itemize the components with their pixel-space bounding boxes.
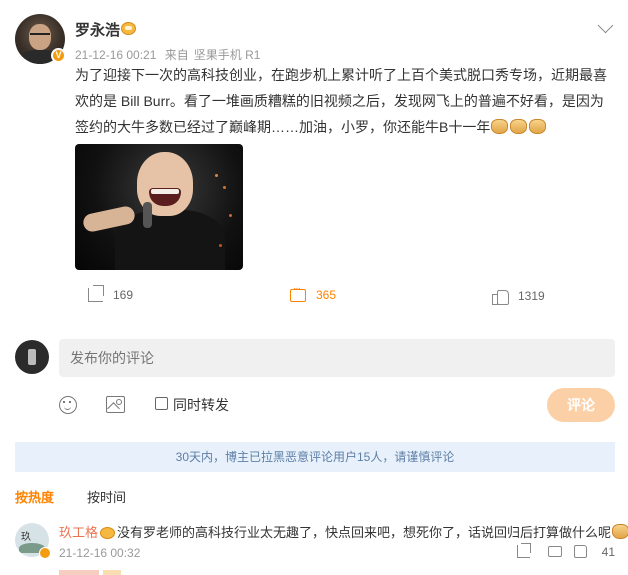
repost-checkbox[interactable] <box>155 397 168 410</box>
my-avatar[interactable] <box>15 340 49 374</box>
source-device: 坚果手机 R1 <box>193 48 261 62</box>
comment-time: 21-12-16 00:32 <box>59 546 141 560</box>
comment-button[interactable]: 365 <box>290 283 337 302</box>
comment-item: 玖工格 没有罗老师的高科技行业太无趣了，快点回来吧，想死你了，话说回归后打算做什么… <box>15 519 628 575</box>
comment-line: 玖工格 没有罗老师的高科技行业太无趣了，快点回来吧，想死你了，话说回归后打算做什么… <box>59 522 628 541</box>
fist-icon <box>529 119 547 134</box>
post-header: V 罗永浩 21-12-16 00:21 来自 坚果手机 R1 <box>15 14 615 64</box>
submit-comment-button[interactable]: 评论 <box>547 388 615 422</box>
next-comment-peek <box>59 570 139 575</box>
comment-composer <box>15 339 615 379</box>
tab-sort-by-time[interactable]: 按时间 <box>87 487 126 506</box>
commenter-verified-icon <box>39 547 51 559</box>
comment-like-icon[interactable] <box>574 545 587 558</box>
action-bar: 169 365 1319 <box>15 283 615 310</box>
like-button[interactable]: 1319 <box>492 288 545 305</box>
crown-icon <box>121 22 136 35</box>
like-icon <box>492 288 509 305</box>
fist-icon <box>612 524 628 539</box>
blocked-users-notice: 30天内，博主已拉黑恶意评论用户15人，请谨慎评论 <box>15 442 615 472</box>
verified-badge: V <box>51 48 66 63</box>
comment-like-count: 41 <box>601 545 615 559</box>
member-badge-icon <box>100 527 116 539</box>
post-meta: 21-12-16 00:21 来自 坚果手机 R1 <box>75 46 265 63</box>
fist-icon <box>491 119 509 134</box>
image-icon[interactable] <box>106 396 125 413</box>
post-time[interactable]: 21-12-16 00:21 <box>75 48 156 62</box>
emoji-icon[interactable] <box>59 396 77 414</box>
comment-text: 没有罗老师的高科技行业太无趣了，快点回来吧，想死你了，话说回归后打算做什么呢 <box>117 525 612 540</box>
post-text: 为了迎接下一次的高科技创业，在跑步机上累计听了上百个美式脱口秀专场，近期最喜欢的… <box>75 62 615 140</box>
post-image[interactable] <box>75 144 243 270</box>
share-icon <box>88 285 104 302</box>
share-button[interactable]: 169 <box>88 285 134 302</box>
comment-share-icon[interactable] <box>517 543 531 558</box>
comment-input[interactable] <box>59 339 615 377</box>
comment-count: 365 <box>316 288 337 302</box>
comment-reply-icon[interactable] <box>548 546 562 557</box>
repost-label[interactable]: 同时转发 <box>173 395 229 415</box>
like-count: 1319 <box>518 288 545 303</box>
commenter-name[interactable]: 玖工格 <box>59 525 98 540</box>
fist-icon <box>510 119 528 134</box>
post-text-body: 为了迎接下一次的高科技创业，在跑步机上累计听了上百个美式脱口秀专场，近期最喜欢的… <box>75 67 607 135</box>
share-count: 169 <box>113 288 134 302</box>
composer-toolbar: 同时转发 评论 <box>15 388 615 422</box>
comment-actions: 41 <box>505 543 615 561</box>
comment-icon <box>290 283 306 302</box>
source-prefix: 来自 <box>164 48 189 62</box>
author-name[interactable]: 罗永浩 <box>75 19 120 40</box>
chevron-down-icon[interactable] <box>597 17 614 34</box>
tab-sort-by-hot[interactable]: 按热度 <box>15 487 54 506</box>
